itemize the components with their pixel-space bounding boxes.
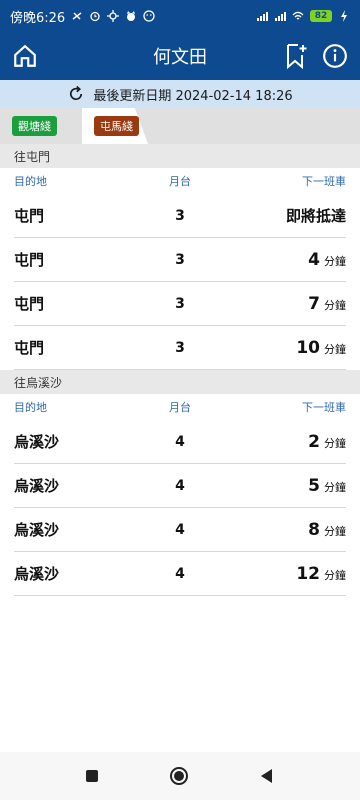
row-platform: 3 [175,339,185,356]
col-platform: 月台 [169,175,191,188]
col-next-train: 下一班車 [302,401,346,414]
table-row: 屯門 3 7 分鐘 [14,282,346,326]
emoji-icon [143,10,155,22]
status-right: 82 [256,10,350,22]
row-platform: 3 [175,251,185,268]
eta-value: 即將抵達 [285,207,346,225]
section-wu-kai-sha: 往烏溪沙 目的地 月台 下一班車 烏溪沙 4 2 分鐘 烏溪沙 4 5 分鐘 烏溪沙… [0,370,360,596]
section-header: 往屯門 [0,144,360,168]
last-updated-text: 最後更新日期 2024-02-14 18:26 [93,88,293,104]
eta-value: 10 [296,337,320,358]
row-eta: 12 分鐘 [215,564,346,584]
eta-value: 2 [308,431,320,452]
row-platform: 3 [175,295,185,312]
col-destination: 目的地 [14,175,47,188]
row-destination: 烏溪沙 [14,433,60,451]
battery-icon: 82 [310,10,332,22]
row-eta: 5 分鐘 [215,476,346,496]
tab-tuen-ma-line[interactable]: 屯馬綫 [94,116,139,136]
charging-icon [341,10,347,22]
eta-unit: 分鐘 [324,524,346,538]
eta-value: 4 [308,249,320,270]
section-header: 往烏溪沙 [0,370,360,394]
eta-unit: 分鐘 [324,298,346,312]
home-nav-icon[interactable] [169,766,189,786]
signal-icon [275,12,286,21]
table-row: 烏溪沙 4 12 分鐘 [14,552,346,596]
bookmark-add-icon[interactable] [284,43,308,69]
table-row: 屯門 3 4 分鐘 [14,238,346,282]
row-destination: 烏溪沙 [14,565,60,583]
row-eta: 8 分鐘 [215,520,346,540]
row-eta: 即將抵達 [215,205,346,226]
row-platform: 4 [175,433,185,450]
eta-value: 7 [308,293,320,314]
col-next-train: 下一班車 [302,175,346,188]
home-icon[interactable] [12,43,38,69]
update-bar: 最後更新日期 2024-02-14 18:26 [0,80,360,108]
tab-kwun-tong-line[interactable]: 觀塘綫 [12,116,57,136]
app-bar: 何文田 [0,32,360,80]
table-row: 烏溪沙 4 2 分鐘 [14,420,346,464]
row-eta: 4 分鐘 [215,250,346,270]
wifi-icon [292,11,304,20]
system-nav-bar [0,752,360,800]
table-row: 烏溪沙 4 8 分鐘 [14,508,346,552]
table-row: 屯門 3 10 分鐘 [14,326,346,370]
appbar-actions [284,43,348,69]
eta-value: 5 [308,475,320,496]
line-tabs: 觀塘綫 屯馬綫 [0,108,360,144]
col-destination: 目的地 [14,401,47,414]
status-bar: 傍晚6:26 82 [0,0,360,32]
eta-unit: 分鐘 [324,480,346,494]
table-row: 屯門 3 即將抵達 [14,194,346,238]
row-platform: 3 [175,207,185,224]
alarm-icon [90,11,100,22]
row-eta: 7 分鐘 [215,294,346,314]
back-icon[interactable] [259,768,275,784]
row-platform: 4 [175,565,185,582]
cat-icon [127,11,136,21]
eta-value: 12 [296,563,320,584]
status-left: 傍晚6:26 [10,7,155,26]
location-icon [107,10,120,22]
column-headers: 目的地 月台 下一班車 [0,394,360,420]
row-destination: 屯門 [14,251,45,269]
eta-unit: 分鐘 [324,436,346,450]
refresh-icon[interactable] [67,85,85,103]
row-eta: 10 分鐘 [215,338,346,358]
row-platform: 4 [175,477,185,494]
row-destination: 屯門 [14,339,45,357]
eta-unit: 分鐘 [324,254,346,268]
row-destination: 烏溪沙 [14,477,60,495]
row-destination: 屯門 [14,207,45,225]
row-destination: 屯門 [14,295,45,313]
eta-value: 8 [308,519,320,540]
col-platform: 月台 [169,401,191,414]
signal-icon [257,12,268,21]
column-headers: 目的地 月台 下一班車 [0,168,360,194]
section-tuen-mun: 往屯門 目的地 月台 下一班車 屯門 3 即將抵達 屯門 3 4 分鐘 屯門 3 … [0,144,360,370]
data-saver-icon [72,12,82,20]
info-icon[interactable] [322,43,348,69]
row-destination: 烏溪沙 [14,521,60,539]
eta-unit: 分鐘 [324,568,346,582]
table-row: 烏溪沙 4 5 分鐘 [14,464,346,508]
row-platform: 4 [175,521,185,538]
eta-unit: 分鐘 [324,342,346,356]
recents-icon[interactable] [85,769,99,783]
status-time: 傍晚6:26 [10,10,66,26]
row-eta: 2 分鐘 [215,432,346,452]
